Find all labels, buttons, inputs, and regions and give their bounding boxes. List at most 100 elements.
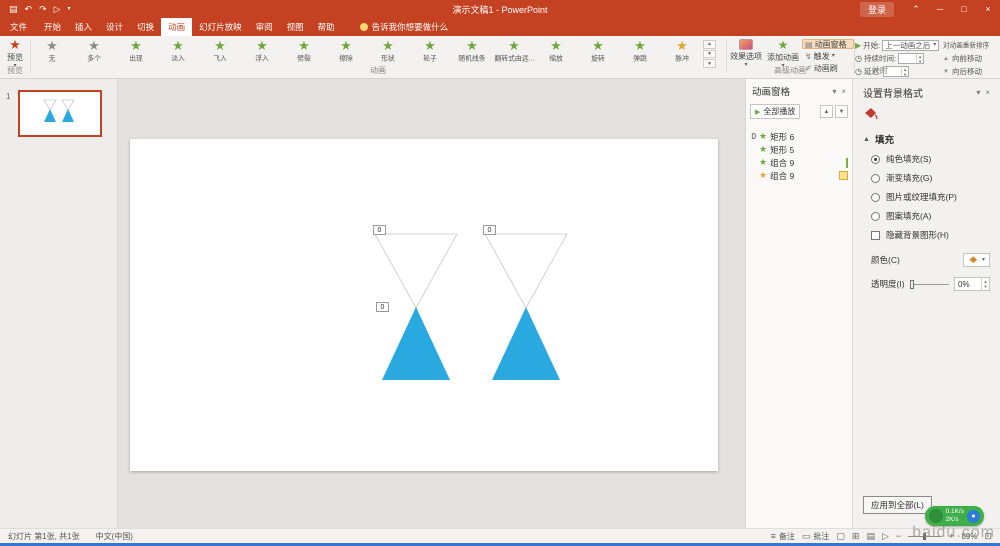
- gallery-item-pulse[interactable]: ★ 脉冲: [661, 37, 703, 68]
- radio-icon[interactable]: [871, 174, 880, 183]
- option-picture-fill[interactable]: 图片或纹理填充(P): [871, 191, 990, 203]
- move-item-down-button[interactable]: ▼: [835, 105, 848, 118]
- close-button[interactable]: ×: [976, 0, 1000, 18]
- slide-sorter-view-icon[interactable]: ⊞: [852, 531, 860, 542]
- gallery-item-bounce[interactable]: ★ 弹跳: [619, 37, 661, 68]
- customize-qat-icon[interactable]: ▾: [68, 0, 71, 18]
- checkbox-icon[interactable]: [871, 231, 880, 240]
- pane-menu-icon[interactable]: ▾: [832, 87, 836, 96]
- slide-canvas[interactable]: 0 0 0: [118, 79, 745, 528]
- duration-spinner[interactable]: ▲▼: [898, 53, 924, 64]
- ribbon-display-options-icon[interactable]: ⌃: [904, 0, 928, 18]
- option-gradient-fill[interactable]: 渐变填充(G): [871, 172, 990, 184]
- animation-order-badge[interactable]: 0: [373, 225, 386, 235]
- gallery-item-wipe[interactable]: ★ 擦除: [325, 37, 367, 68]
- tab-review[interactable]: 审阅: [249, 18, 280, 36]
- gallery-item-shape[interactable]: ★ 形状: [367, 37, 409, 68]
- tab-home[interactable]: 开始: [37, 18, 68, 36]
- gallery-item-split[interactable]: ★ 劈裂: [283, 37, 325, 68]
- pane-close-icon[interactable]: ×: [841, 87, 846, 96]
- undo-icon[interactable]: ↶: [25, 0, 33, 18]
- login-button[interactable]: 登录: [860, 2, 894, 17]
- gallery-scroll-up-icon[interactable]: ▲: [703, 40, 716, 49]
- spinner-arrows-icon[interactable]: ▲▼: [901, 67, 908, 76]
- gallery-item-swivel[interactable]: ★ 旋转: [577, 37, 619, 68]
- redo-icon[interactable]: ↷: [39, 0, 47, 18]
- gallery-item-appear[interactable]: ★ 出现: [115, 37, 157, 68]
- animation-order-badge[interactable]: 0: [376, 302, 389, 312]
- normal-view-icon[interactable]: ▢: [836, 531, 845, 542]
- gallery-item-random-bars[interactable]: ★ 随机线条: [451, 37, 493, 68]
- pane-close-icon[interactable]: ×: [985, 88, 990, 97]
- gallery-item-wheel[interactable]: ★ 轮子: [409, 37, 451, 68]
- comments-button[interactable]: ▭ 批注: [802, 531, 830, 542]
- color-picker-button[interactable]: ▾: [963, 253, 990, 267]
- radio-icon[interactable]: [871, 193, 880, 202]
- option-pattern-fill[interactable]: 图案填充(A): [871, 210, 990, 222]
- effect-options-button[interactable]: 效果选项 ▾: [727, 37, 765, 68]
- reading-view-icon[interactable]: ▤: [866, 531, 875, 542]
- network-speed-widget[interactable]: 0.1K/s 2K/s ●: [925, 506, 984, 526]
- save-icon[interactable]: ▤: [9, 0, 18, 18]
- minimize-button[interactable]: ─: [928, 0, 952, 18]
- gallery-item-zoom[interactable]: ★ 缩放: [535, 37, 577, 68]
- spinner-arrows-icon[interactable]: ▲▼: [981, 278, 989, 290]
- slideshow-icon[interactable]: ▷: [54, 0, 61, 18]
- gallery-item-multiple[interactable]: ★ 多个: [73, 37, 115, 68]
- gallery-scroll-down-icon[interactable]: ▼: [703, 50, 716, 59]
- play-all-button[interactable]: ▶ 全部播放: [750, 104, 800, 119]
- option-solid-fill[interactable]: 纯色填充(S): [871, 153, 990, 165]
- animation-painter-button[interactable]: ✐ 动画刷: [802, 63, 854, 73]
- spinner-arrows-icon[interactable]: ▲▼: [916, 54, 923, 63]
- apply-to-all-button[interactable]: 应用到全部(L): [863, 496, 932, 514]
- animation-list-item[interactable]: 0 ★ 矩形 6: [746, 130, 852, 143]
- fill-section-header[interactable]: ▲ 填充: [863, 132, 990, 146]
- animation-list-item[interactable]: ★ 组合 9: [746, 156, 852, 169]
- option-hide-background[interactable]: 隐藏背景图形(H): [871, 229, 990, 241]
- slide[interactable]: 0 0 0: [130, 139, 718, 471]
- move-earlier-button[interactable]: ▲ 向前移动: [943, 53, 1000, 64]
- zoom-slider-thumb[interactable]: [923, 533, 926, 540]
- gallery-item-grow-turn[interactable]: ★ 翻转式由远...: [493, 37, 535, 68]
- tab-slideshow[interactable]: 幻灯片放映: [192, 18, 249, 36]
- pane-menu-icon[interactable]: ▾: [976, 88, 980, 97]
- notes-button[interactable]: ≡ 备注: [771, 531, 795, 542]
- maximize-button[interactable]: □: [952, 0, 976, 18]
- tab-design[interactable]: 设计: [99, 18, 130, 36]
- slider-thumb[interactable]: [910, 280, 914, 289]
- fill-bucket-icon[interactable]: [863, 107, 879, 122]
- gallery-item-fly-in[interactable]: ★ 飞入: [199, 37, 241, 68]
- tab-help[interactable]: 帮助: [311, 18, 342, 36]
- zoom-out-icon[interactable]: −: [896, 531, 901, 541]
- gallery-item-none[interactable]: ★ 无: [31, 37, 73, 68]
- preview-button[interactable]: ★ 预览 ▾: [7, 37, 23, 68]
- start-dropdown[interactable]: 上一动画之后 ▾: [882, 40, 939, 51]
- tell-me-box[interactable]: 告诉我你想要做什么: [354, 18, 455, 36]
- language-status[interactable]: 中文(中国): [96, 531, 133, 542]
- animation-pane-toggle-button[interactable]: ▤ 动画窗格: [802, 39, 854, 49]
- zoom-percentage[interactable]: 89%: [961, 532, 977, 541]
- slide-thumbnail[interactable]: [18, 90, 102, 137]
- fit-slide-icon[interactable]: ⊡: [984, 531, 992, 542]
- zoom-in-icon[interactable]: +: [949, 531, 954, 541]
- transparency-slider[interactable]: [910, 284, 949, 285]
- transparency-input[interactable]: 0% ▲▼: [954, 277, 990, 291]
- zoom-slider[interactable]: [908, 536, 942, 537]
- radio-icon[interactable]: [871, 155, 880, 164]
- tab-insert[interactable]: 插入: [68, 18, 99, 36]
- radio-icon[interactable]: [871, 212, 880, 221]
- animation-order-badge[interactable]: 0: [483, 225, 496, 235]
- slideshow-view-icon[interactable]: ▷: [882, 531, 889, 542]
- tab-transitions[interactable]: 切换: [130, 18, 161, 36]
- move-item-up-button[interactable]: ▲: [820, 105, 833, 118]
- gallery-more-icon[interactable]: ▼: [703, 59, 716, 68]
- animation-list-item[interactable]: ★ 矩形 5: [746, 143, 852, 156]
- trigger-button[interactable]: ↯ 触发 ▾: [802, 51, 854, 61]
- add-animation-button[interactable]: ★ 添加动画 ▾: [765, 37, 801, 68]
- tab-animations[interactable]: 动画: [161, 18, 192, 36]
- tab-file[interactable]: 文件: [0, 18, 37, 36]
- gallery-item-float-in[interactable]: ★ 浮入: [241, 37, 283, 68]
- animation-list-item[interactable]: ★ 组合 9: [746, 169, 852, 182]
- tab-view[interactable]: 视图: [280, 18, 311, 36]
- move-later-button[interactable]: ▼ 向后移动: [943, 66, 1000, 77]
